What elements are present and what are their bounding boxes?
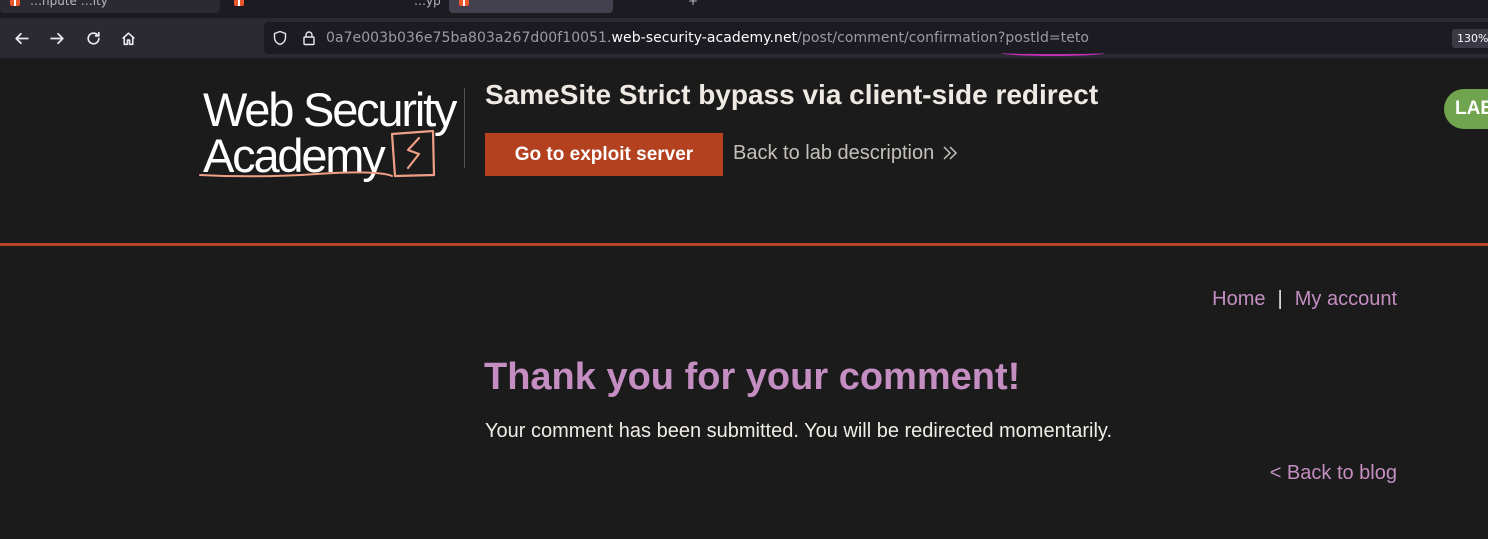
- go-to-exploit-server-button[interactable]: Go to exploit server: [485, 133, 723, 176]
- lab-status-badge: LAB: [1444, 89, 1488, 129]
- url-text[interactable]: 0a7e003b036e75ba803a267d00f10051.web-sec…: [326, 30, 1089, 46]
- lab-favicon-icon: [459, 0, 469, 6]
- home-button[interactable]: [116, 26, 140, 50]
- arrow-left-icon: [14, 32, 29, 45]
- back-to-lab-description-link[interactable]: Back to lab description: [733, 142, 958, 165]
- lab-title: SameSite Strict bypass via client-side r…: [485, 79, 1099, 110]
- lab-favicon-icon: [234, 0, 244, 6]
- reload-button[interactable]: [81, 26, 105, 50]
- tab-title: …npute …ity: [30, 0, 108, 8]
- confirmation-message: Your comment has been submitted. You wil…: [485, 420, 1113, 442]
- zoom-indicator[interactable]: 130%: [1452, 29, 1488, 48]
- lock-icon[interactable]: [301, 30, 317, 46]
- new-tab-button[interactable]: +: [688, 0, 698, 8]
- site-nav: Home | My account: [1212, 288, 1397, 311]
- logo-decoration-icon: [199, 129, 436, 178]
- url-host: web-security-academy.net: [611, 30, 798, 46]
- home-icon: [121, 32, 135, 46]
- tab-strip: …npute …ity …yp +: [0, 0, 1488, 18]
- lab-header: Web Security Academy SameSite Strict byp…: [0, 58, 1488, 246]
- web-security-academy-logo[interactable]: Web Security Academy: [197, 84, 462, 180]
- page: Web Security Academy SameSite Strict byp…: [0, 58, 1488, 539]
- home-link[interactable]: Home: [1212, 288, 1265, 310]
- annotation-underline: [1001, 50, 1105, 56]
- url-path: /post/comment/confirmation?postId=teto: [797, 30, 1090, 46]
- reload-icon: [86, 31, 100, 45]
- browser-tab-1[interactable]: …npute …ity: [0, 0, 220, 13]
- browser-tab-active[interactable]: [449, 0, 613, 13]
- back-to-lab-label: Back to lab description: [733, 142, 935, 164]
- back-to-blog-link[interactable]: < Back to blog: [1270, 462, 1397, 485]
- tab-title: …yp: [414, 0, 441, 8]
- back-button[interactable]: [9, 26, 33, 50]
- shield-icon[interactable]: [272, 30, 288, 46]
- browser-tab-2[interactable]: …yp: [224, 0, 446, 13]
- forward-button[interactable]: [45, 26, 69, 50]
- double-chevron-right-icon: [943, 146, 958, 160]
- nav-separator: |: [1277, 288, 1283, 310]
- address-bar[interactable]: 0a7e003b036e75ba803a267d00f10051.web-sec…: [264, 22, 1488, 56]
- arrow-right-icon: [49, 32, 64, 45]
- confirmation-heading: Thank you for your comment!: [484, 356, 1021, 398]
- url-subdomain: 0a7e003b036e75ba803a267d00f10051.: [326, 30, 612, 46]
- header-divider: [464, 88, 465, 168]
- browser-toolbar: 0a7e003b036e75ba803a267d00f10051.web-sec…: [0, 18, 1488, 58]
- my-account-link[interactable]: My account: [1295, 288, 1397, 310]
- lab-favicon-icon: [10, 0, 20, 6]
